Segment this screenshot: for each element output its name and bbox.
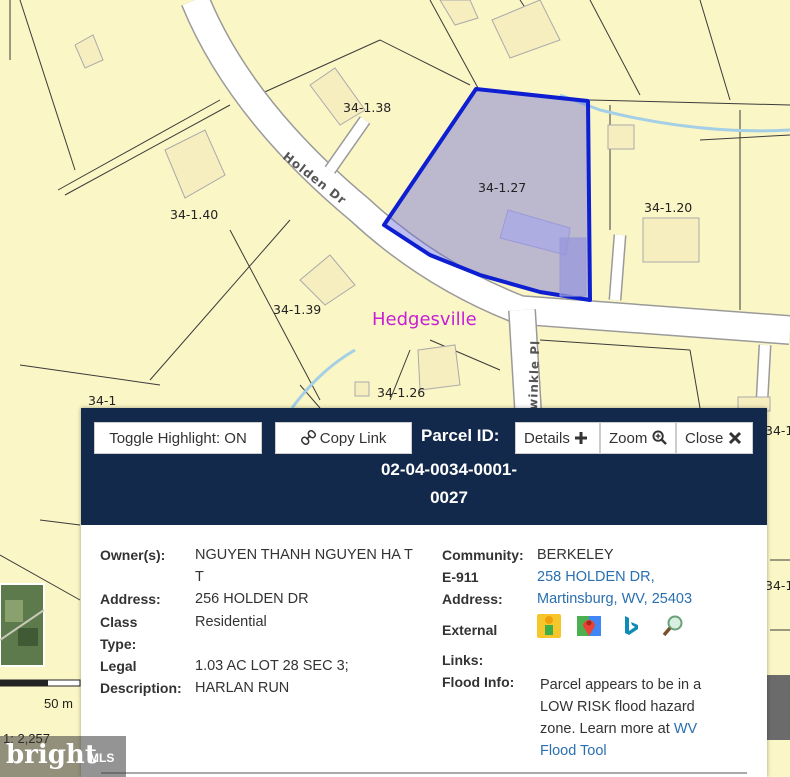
magnifier-search-icon[interactable] [661, 614, 685, 638]
class-type-value: Residential [195, 614, 267, 630]
flood-info-label: Flood Info: [442, 674, 515, 690]
zoom-button[interactable]: Zoom [600, 422, 676, 454]
e911-address-link-line1[interactable]: 258 HOLDEN DR, [537, 566, 655, 588]
parcel-id-value: 02-04-0034-0001-0027 [380, 460, 518, 507]
popup-divider [101, 772, 747, 774]
copy-link-button[interactable]: Copy Link [275, 422, 412, 454]
details-label: Details [524, 430, 570, 447]
google-street-view-icon[interactable] [537, 614, 561, 638]
flood-info-text: Parcel appears to be in a LOW RISK flood… [540, 674, 730, 762]
parcel-popup: Toggle Highlight: ON Copy Link Parcel ID… [81, 408, 767, 777]
parcel-label: 34-1.39 [273, 302, 321, 317]
external-links-label: External Links: [442, 622, 498, 668]
plus-icon [575, 432, 588, 444]
parcel-label: 34-1.28 [68, 0, 116, 3]
parcel-label: 34-1.38 [343, 100, 391, 115]
bright-logo-suffix: MLS [89, 751, 115, 765]
copy-link-label: Copy Link [319, 430, 387, 447]
class-type-label: Class Type: [100, 614, 138, 652]
community-value: BERKELEY [537, 547, 614, 563]
owner-label: Owner(s): [100, 547, 166, 563]
google-maps-icon[interactable] [577, 614, 601, 638]
address-value: 256 HOLDEN DR [195, 591, 309, 607]
close-label: Close [685, 430, 724, 447]
details-button[interactable]: Details [515, 422, 600, 454]
legal-description-label: Legal Description: [100, 658, 182, 696]
bing-maps-icon[interactable] [619, 614, 643, 638]
parcel-id-label: Parcel ID: [421, 426, 500, 445]
town-label: Hedgesville [372, 309, 477, 330]
parcel-label: 34-1 [765, 423, 790, 438]
street-label-winkle-pl: winkle Pl [526, 340, 542, 411]
parcel-label: 34-1.40 [170, 207, 218, 222]
parcel-label: 34-1.26 [377, 385, 425, 400]
magnifier-plus-icon [651, 430, 667, 445]
e911-address-label: E-911 Address: [442, 569, 503, 607]
toggle-highlight-button[interactable]: Toggle Highlight: ON [94, 422, 262, 454]
parcel-label: 34-1.20 [644, 200, 692, 215]
bright-logo-text: bright [6, 740, 97, 770]
zoom-label: Zoom [609, 430, 648, 447]
toggle-highlight-label: Toggle Highlight: ON [109, 430, 247, 447]
basemap-thumbnail[interactable] [0, 583, 45, 667]
community-label: Community: [442, 547, 524, 563]
popup-header: Toggle Highlight: ON Copy Link Parcel ID… [81, 408, 767, 525]
close-icon [728, 431, 741, 445]
e911-address-link-line2[interactable]: Martinsburg, WV, 25403 [537, 588, 692, 610]
owner-value: NGUYEN THANH NGUYEN HA T T [195, 547, 413, 585]
parcel-label: 34-1.27 [478, 180, 526, 195]
legal-description-value: 1.03 AC LOT 28 SEC 3; HARLAN RUN [195, 658, 349, 696]
scale-bar-label: 50 m [44, 696, 73, 711]
parcel-label: 34-1.14 [765, 578, 790, 593]
parcel-label: 34-1 [88, 393, 116, 408]
close-button[interactable]: Close [676, 422, 753, 454]
link-icon [300, 429, 316, 446]
address-label: Address: [100, 591, 161, 607]
scale-bar [0, 679, 81, 687]
